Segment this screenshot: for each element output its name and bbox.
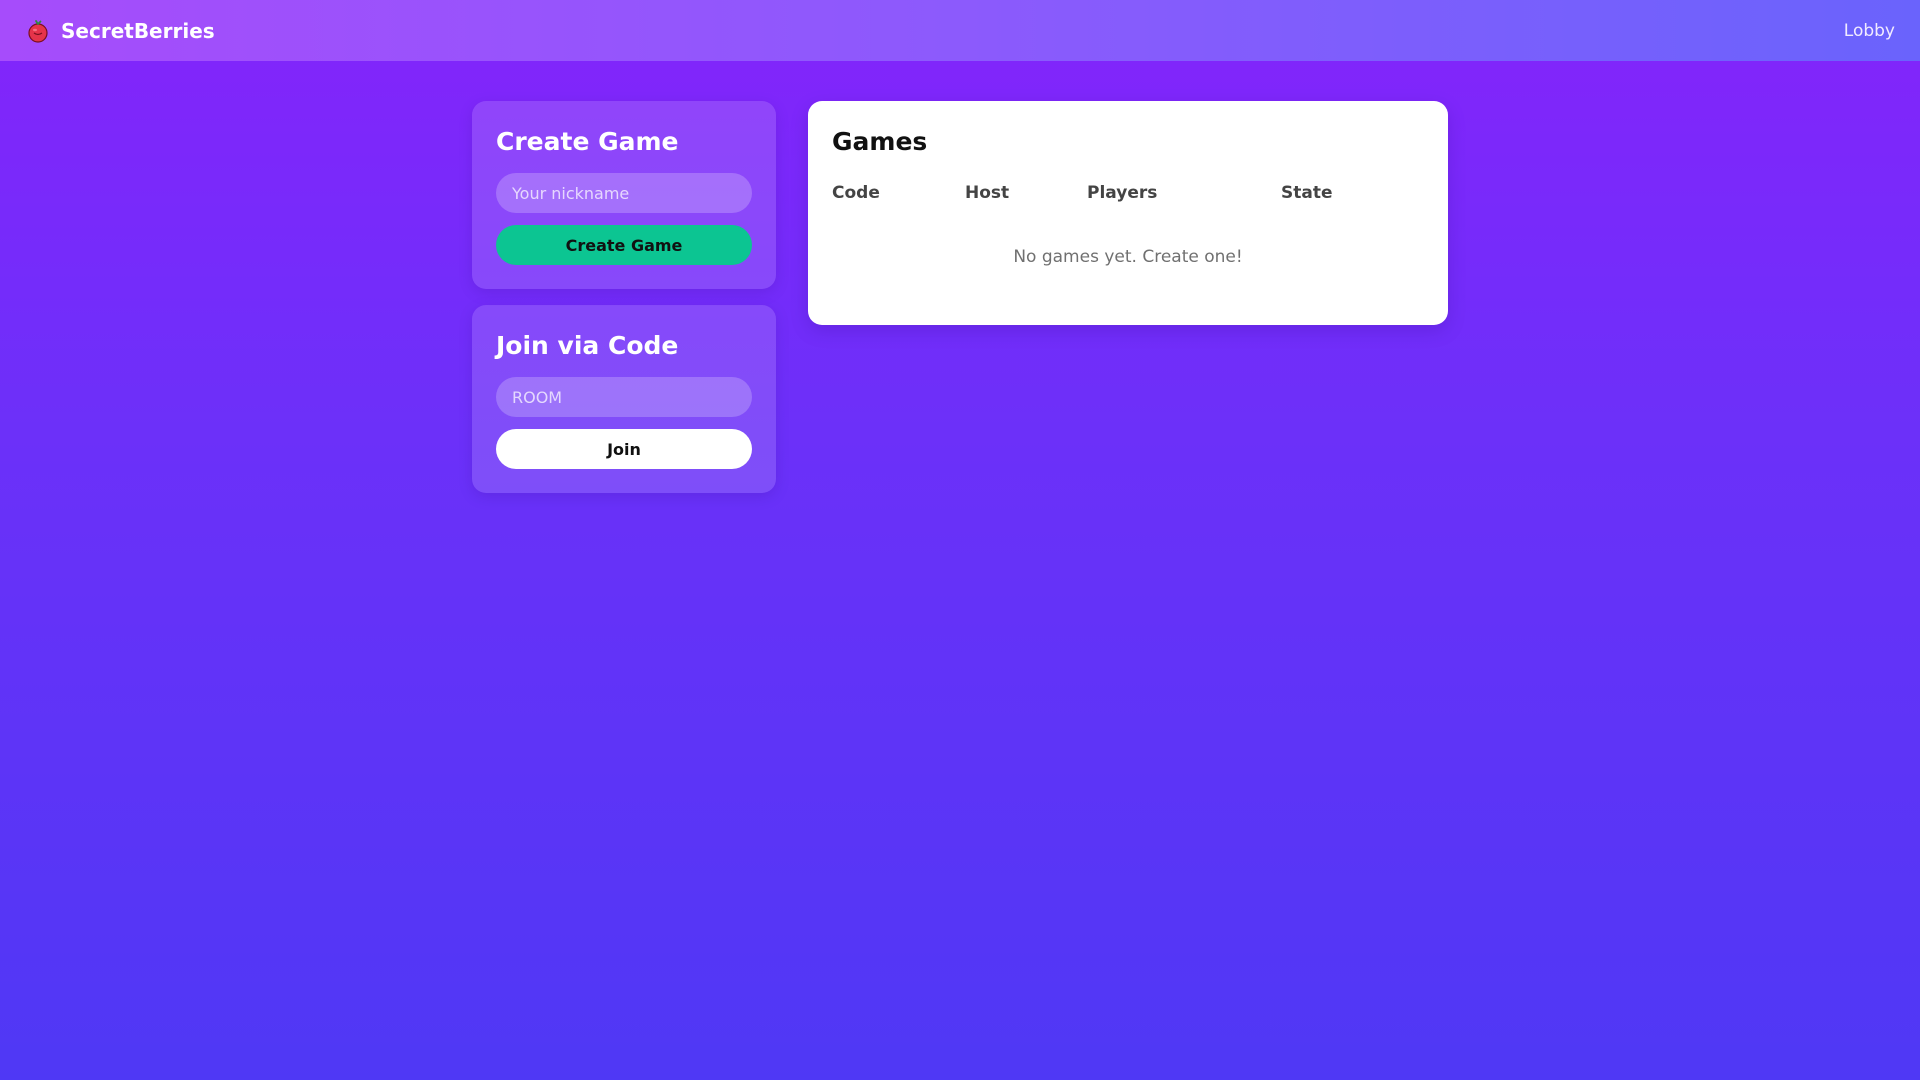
join-via-code-title: Join via Code [496,331,679,360]
nav-lobby-link[interactable]: Lobby [1844,21,1895,41]
nickname-input[interactable] [496,173,752,213]
join-button[interactable]: Join [496,429,752,469]
top-navbar: SecretBerries Lobby [0,0,1920,61]
room-code-input[interactable] [496,377,752,417]
brand-name: SecretBerries [61,18,215,43]
games-title: Games [832,127,928,156]
brand[interactable]: SecretBerries [26,19,215,43]
berry-icon [28,19,48,43]
join-via-code-card: Join via Code Join [472,305,776,493]
column-header-state: State [1281,183,1333,203]
column-header-host: Host [965,183,1010,203]
empty-games-message: No games yet. Create one! [1013,247,1243,267]
create-game-button[interactable]: Create Game [496,225,752,265]
column-header-code: Code [832,183,880,203]
create-game-title: Create Game [496,127,679,156]
create-game-card: Create Game Create Game [472,101,776,289]
column-header-players: Players [1087,183,1158,203]
games-panel: Games Code Host Players State No games y… [808,101,1448,325]
